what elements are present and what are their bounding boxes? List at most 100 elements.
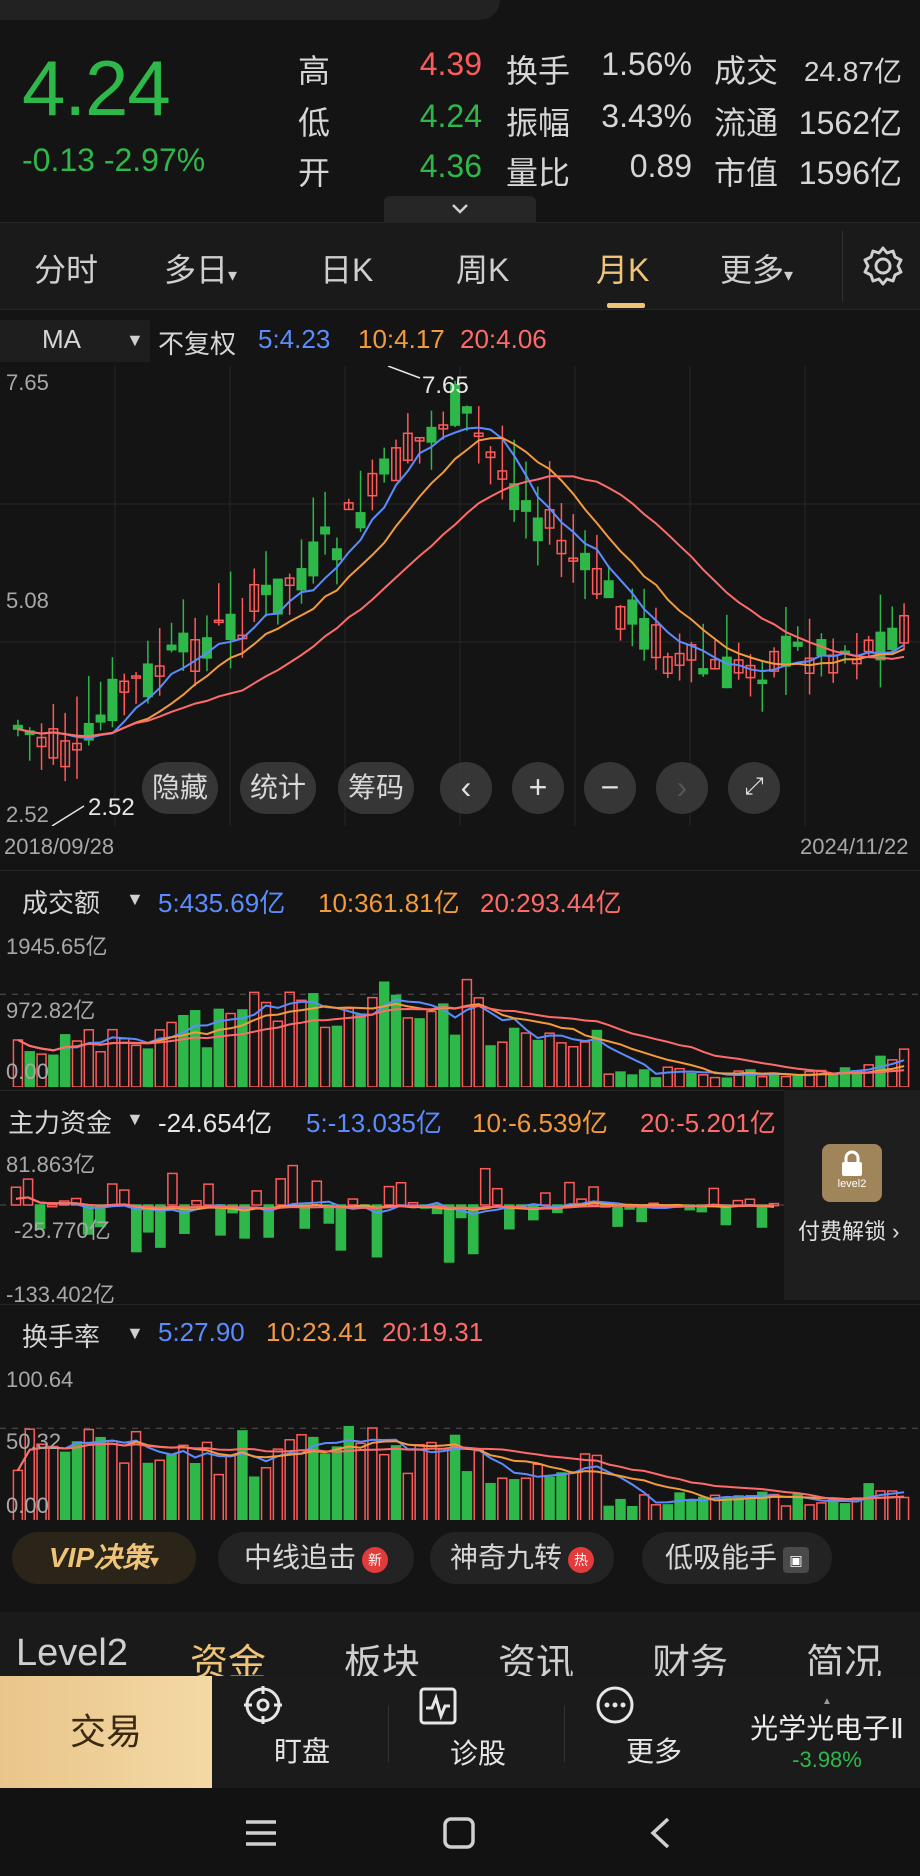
caret-down-icon: ▼ [126, 330, 144, 350]
volume-bar [556, 1472, 567, 1521]
kline-chart[interactable] [0, 366, 920, 826]
caret-up-icon: ▲ [822, 1696, 832, 1707]
trade-button[interactable]: 交易 [0, 1676, 212, 1788]
home-button[interactable] [442, 1816, 476, 1850]
volume-bar [556, 1042, 567, 1087]
capital-bar [395, 1181, 407, 1206]
recent-apps-button[interactable] [244, 1818, 278, 1848]
volume-bar [697, 1074, 709, 1087]
chevron-left-icon: ‹ [460, 769, 472, 805]
stats-tool-button[interactable]: 统计 [240, 762, 316, 814]
caret-down-icon: ▾ [784, 265, 794, 285]
more-button[interactable]: 更多 [594, 1682, 714, 1770]
volume-bar [473, 997, 484, 1087]
volume-bar [59, 1034, 71, 1087]
volume-bar [225, 1012, 236, 1087]
volume-chart[interactable] [0, 927, 920, 1087]
capital-bar [275, 1178, 287, 1206]
volume-bar [662, 1504, 674, 1521]
tab-weekly-k[interactable]: 周K [456, 245, 509, 291]
volume-bar [225, 1455, 236, 1521]
chip-midline[interactable]: 中线追击新 [218, 1532, 414, 1584]
chip-label: 神奇九转 [449, 1542, 562, 1573]
volume-bar [473, 1449, 484, 1521]
back-button[interactable] [648, 1816, 672, 1850]
to-y-top: 100.64 [6, 1367, 74, 1392]
zoom-out-button[interactable]: − [584, 762, 636, 814]
chart-settings-button[interactable] [862, 245, 904, 287]
stat-value-high: 4.39 [419, 46, 482, 82]
volume-bar [780, 1075, 792, 1087]
ma5-value: 5:4.23 [258, 324, 331, 354]
turnover-selector[interactable]: 换手率 ▼ [0, 1313, 150, 1353]
tab-intraday[interactable]: 分时 [34, 245, 98, 291]
diagnose-button[interactable]: 诊股 [418, 1682, 538, 1772]
unlock-link[interactable]: 付费解锁 › [798, 1214, 899, 1246]
stat-label-high: 高 [298, 53, 331, 89]
volume-title: 成交额 [22, 888, 101, 918]
capital-chart[interactable] [0, 1143, 784, 1301]
expand-quote-button[interactable] [384, 196, 536, 222]
stat-value-low: 4.24 [419, 98, 482, 134]
tab-multiday[interactable]: 多日▾ [164, 245, 237, 291]
capital-bar [564, 1181, 575, 1206]
volume-bar [178, 1444, 189, 1521]
capital-bar [287, 1164, 299, 1206]
volume-bar [591, 1454, 603, 1521]
tab-more-label: 更多 [720, 252, 785, 288]
cat-level2[interactable]: Level2 [16, 1632, 128, 1675]
capital-bar [118, 1189, 130, 1206]
more-label: 更多 [625, 1736, 682, 1767]
zoom-in-button[interactable]: + [512, 762, 564, 814]
vol-y-mid: 972.82亿 [6, 998, 96, 1023]
scroll-right-button[interactable]: › [656, 762, 708, 814]
volume-bar [59, 1451, 71, 1521]
candle-body [95, 714, 106, 723]
volume-bar [166, 1021, 177, 1087]
capital-bar [191, 1199, 202, 1206]
tab-more[interactable]: 更多▾ [720, 245, 793, 291]
sector-change: -3.98% [792, 1747, 862, 1772]
capital-bar [10, 1186, 22, 1206]
volume-bar [579, 1041, 591, 1087]
sector-quote[interactable]: ▲ 光学光电子Ⅱ -3.98% [742, 1696, 912, 1773]
ma10-value: 10:4.17 [358, 324, 445, 354]
volume-selector[interactable]: 成交额 ▼ [0, 879, 150, 919]
scroll-left-button[interactable]: ‹ [440, 762, 492, 814]
pulse-icon [418, 1686, 538, 1732]
chip-low-buy[interactable]: 低吸能手 ▣ [642, 1532, 832, 1584]
new-badge: 新 [362, 1546, 388, 1573]
turnover-chart[interactable] [0, 1361, 920, 1521]
capital-bar [215, 1204, 226, 1236]
capital-bar [407, 1201, 419, 1206]
tab-monthly-k[interactable]: 月K [596, 245, 649, 291]
indicator-selector[interactable]: MA ▼ [0, 320, 150, 362]
capital-value: -24.654亿 [158, 1108, 273, 1138]
fullscreen-button[interactable]: ⤢ [728, 762, 780, 814]
hide-tool-button[interactable]: 隐藏 [142, 762, 218, 814]
stat-value-volume: 24.87亿 [803, 56, 902, 87]
candle-body [225, 613, 236, 641]
high-leader-line [387, 366, 421, 379]
capital-selector[interactable]: 主力资金 ▼ [0, 1099, 150, 1139]
volume-bar [520, 1477, 532, 1521]
chip-nine-turn[interactable]: 神奇九转热 [430, 1532, 614, 1584]
chips-tool-button[interactable]: 筹码 [338, 762, 414, 814]
volume-bar [260, 1467, 272, 1521]
volume-bar [816, 1502, 827, 1521]
vol-ma5: 5:435.69亿 [158, 888, 286, 918]
volume-bar [248, 1476, 260, 1521]
vip-decision-chip[interactable]: VIP决策▾ [12, 1532, 196, 1584]
tab-daily-k[interactable]: 日K [320, 245, 373, 291]
stat-value-open: 4.36 [419, 148, 482, 184]
watch-button[interactable]: 盯盘 [242, 1682, 362, 1770]
volume-bar [189, 1462, 201, 1521]
adjust-mode[interactable]: 不复权 [158, 324, 236, 361]
candle-body [580, 552, 591, 571]
volume-bar [71, 1441, 83, 1521]
volume-bar [780, 1505, 792, 1521]
volume-bar [839, 1503, 851, 1521]
capital-bar [612, 1204, 623, 1227]
volume-bar [284, 991, 295, 1087]
candle-body [780, 635, 791, 667]
